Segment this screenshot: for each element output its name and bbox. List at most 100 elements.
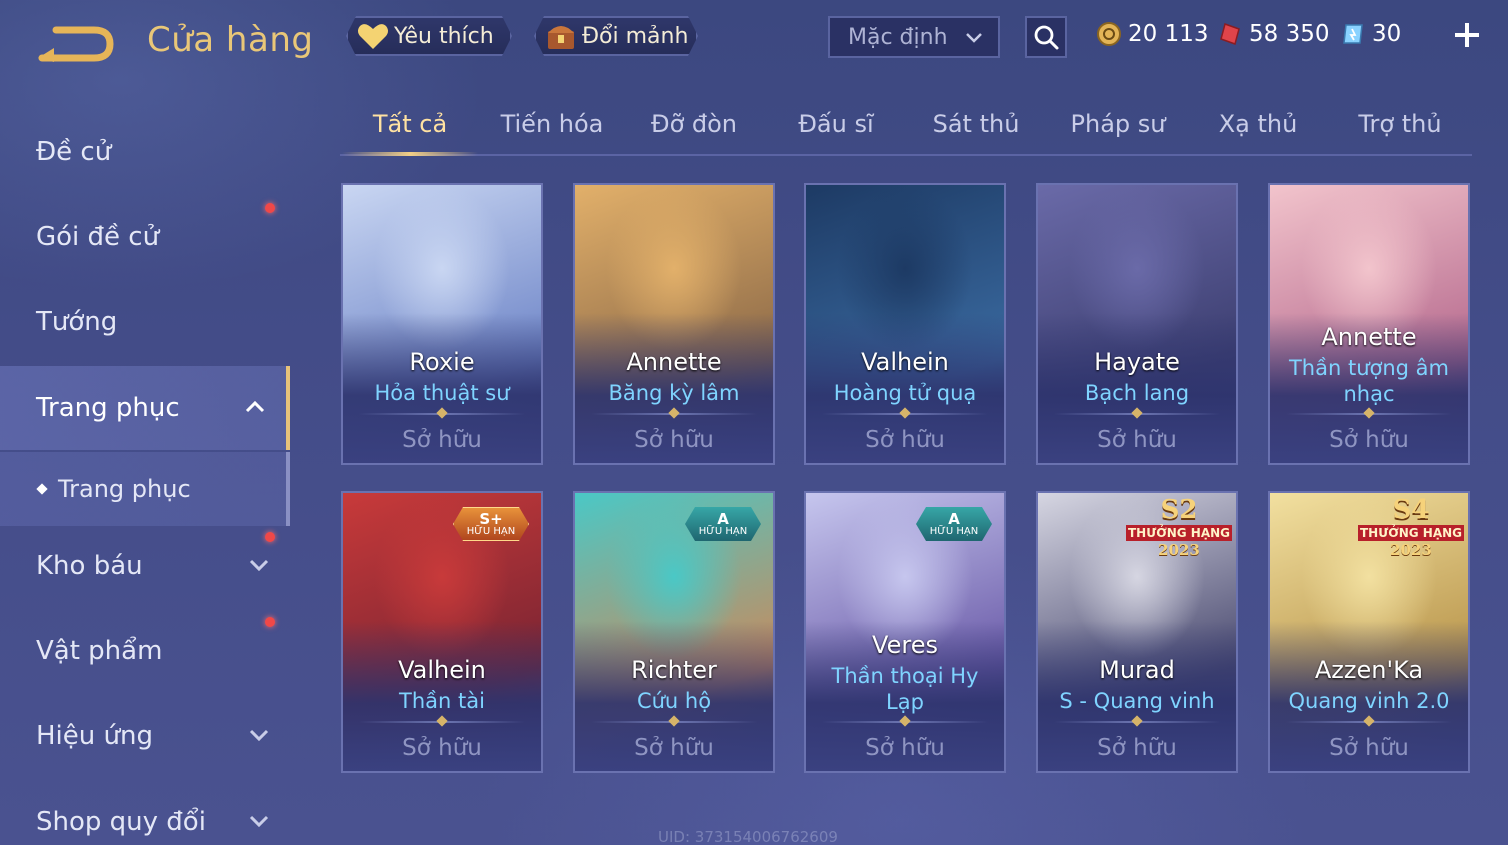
sidebar-item-featured[interactable]: Đề cử	[0, 110, 290, 194]
tab-evolution[interactable]: Tiến hóa	[482, 110, 622, 154]
hero-name: Hayate	[1094, 348, 1180, 376]
voucher-currency: 30	[1340, 18, 1401, 50]
gem-currency: 58 350	[1217, 18, 1329, 50]
ownership-status: Sở hữu	[1329, 427, 1409, 453]
skin-name: Thần tài	[399, 689, 485, 713]
hero-name: Murad	[1099, 656, 1175, 684]
card-divider	[822, 721, 988, 723]
skin-card[interactable]: Azzen'Ka Quang vinh 2.0 Sở hữu S4 THƯỞNG HẠN…	[1268, 491, 1470, 773]
plus-icon	[1455, 23, 1479, 47]
sort-dropdown[interactable]: Mặc định	[828, 16, 1000, 58]
favorites-label: Yêu thích	[394, 23, 494, 49]
sidebar-item-treasure[interactable]: Kho báu	[0, 524, 290, 608]
voucher-amount: 30	[1372, 21, 1402, 47]
tab-fighter[interactable]: Đấu sĩ	[766, 110, 906, 154]
card-divider	[359, 721, 525, 723]
sidebar-subitem-skins[interactable]: Trang phục	[0, 452, 290, 526]
tab-all[interactable]: Tất cả	[340, 110, 480, 154]
skin-card[interactable]: Roxie Hỏa thuật sư Sở hữu	[341, 183, 543, 465]
ownership-status: Sở hữu	[1097, 427, 1177, 453]
skin-name: Băng kỳ lâm	[608, 381, 740, 405]
season-label: S2	[1160, 495, 1198, 525]
sidebar-item-skins[interactable]: Trang phục	[0, 366, 290, 450]
sidebar-item-label: Vật phẩm	[36, 636, 163, 666]
favorites-button[interactable]: Yêu thích	[346, 16, 512, 56]
gold-amount: 20 113	[1128, 21, 1209, 47]
ownership-status: Sở hữu	[402, 427, 482, 453]
sidebar-item-label: Đề cử	[36, 137, 112, 167]
chevron-up-icon	[245, 400, 265, 413]
skin-grade-badge: S+ HỮU HẠN	[453, 507, 529, 541]
tab-assassin[interactable]: Sát thủ	[906, 110, 1046, 154]
season-label: S4	[1392, 495, 1430, 525]
back-button[interactable]	[36, 22, 116, 64]
limited-label: HỮU HẠN	[698, 525, 748, 537]
grade-label: A	[948, 509, 960, 528]
rank-reward-badge: S4 THƯỞNG HẠNG 2023	[1356, 495, 1466, 559]
hero-name: Annette	[1321, 323, 1417, 351]
skin-grid: Roxie Hỏa thuật sư Sở hữu Annette Băng kỳ lâ…	[341, 183, 1473, 845]
tab-tank[interactable]: Đỡ đòn	[624, 110, 764, 154]
skin-grade-badge: A HỮU HẠN	[685, 507, 761, 541]
add-currency-button[interactable]	[1452, 20, 1482, 50]
card-divider	[822, 413, 988, 415]
grade-label: A	[717, 509, 729, 528]
chevron-down-icon	[249, 729, 269, 742]
skin-card[interactable]: Veres Thần thoại Hy Lạp Sở hữu A HỮU HẠN	[804, 491, 1006, 773]
hero-name: Richter	[631, 656, 717, 684]
skin-grade-badge: A HỮU HẠN	[916, 507, 992, 541]
tab-marksman[interactable]: Xạ thủ	[1188, 110, 1328, 154]
limited-label: HỮU HẠN	[466, 525, 516, 537]
heart-icon	[356, 19, 390, 53]
sidebar-item-heroes[interactable]: Tướng	[0, 280, 290, 364]
grade-label: S+	[479, 509, 503, 528]
skin-card[interactable]: Richter Cứu hộ Sở hữu A HỮU HẠN	[573, 491, 775, 773]
card-divider	[1286, 721, 1452, 723]
chevron-down-icon	[249, 815, 269, 828]
skin-card[interactable]: Annette Băng kỳ lâm Sở hữu	[573, 183, 775, 465]
skin-card[interactable]: Valhein Hoàng tử quạ Sở hữu	[804, 183, 1006, 465]
skin-name: Thần thoại Hy Lạp	[831, 664, 979, 714]
active-tab-indicator	[342, 152, 478, 156]
sidebar-item-effects[interactable]: Hiệu ứng	[0, 694, 290, 778]
search-icon	[1034, 25, 1059, 50]
skin-name: Quang vinh 2.0	[1288, 689, 1450, 713]
sidebar-item-items[interactable]: Vật phẩm	[0, 609, 290, 693]
sidebar-item-featured-bundles[interactable]: Gói đề cử	[0, 195, 290, 279]
sidebar-item-label: Trang phục	[36, 393, 180, 423]
sidebar-item-label: Trang phục	[58, 475, 191, 503]
card-divider	[1054, 721, 1220, 723]
voucher-icon	[1343, 24, 1363, 44]
rank-year-label: 2023	[1390, 541, 1432, 559]
ownership-status: Sở hữu	[865, 735, 945, 761]
exchange-fragments-button[interactable]: Đổi mảnh	[534, 16, 698, 56]
skin-name: Thần tượng âm nhạc	[1288, 356, 1450, 406]
diamond-bullet-icon	[36, 483, 48, 495]
gem-amount: 58 350	[1249, 21, 1330, 47]
notification-dot	[265, 617, 275, 627]
sidebar-item-label: Shop quy đổi	[36, 807, 206, 837]
notification-dot	[265, 532, 275, 542]
ownership-status: Sở hữu	[634, 735, 714, 761]
tab-support[interactable]: Trợ thủ	[1330, 110, 1470, 154]
skin-card[interactable]: Annette Thần tượng âm nhạc Sở hữu	[1268, 183, 1470, 465]
sidebar-item-label: Gói đề cử	[36, 222, 160, 252]
card-divider	[591, 413, 757, 415]
skin-name: S - Quang vinh	[1059, 689, 1215, 713]
card-divider	[1286, 413, 1452, 415]
gold-currency: 20 113	[1096, 18, 1208, 50]
exchange-label: Đổi mảnh	[582, 23, 689, 49]
tab-mage[interactable]: Pháp sư	[1048, 110, 1188, 154]
rank-reward-label: THƯỞNG HẠNG	[1126, 525, 1232, 541]
skin-card[interactable]: Valhein Thần tài Sở hữu S+ HỮU HẠN	[341, 491, 543, 773]
hero-name: Valhein	[861, 348, 949, 376]
skin-card[interactable]: Hayate Bạch lang Sở hữu	[1036, 183, 1238, 465]
ownership-status: Sở hữu	[402, 735, 482, 761]
ownership-status: Sở hữu	[865, 427, 945, 453]
search-button[interactable]	[1025, 16, 1067, 58]
sidebar-item-exchange-shop[interactable]: Shop quy đổi	[0, 780, 290, 845]
treasure-chest-icon	[544, 19, 578, 53]
ownership-status: Sở hữu	[1097, 735, 1177, 761]
back-arrow-icon	[38, 26, 114, 62]
skin-card[interactable]: Murad S - Quang vinh Sở hữu S2 THƯỞNG HẠNG 20…	[1036, 491, 1238, 773]
